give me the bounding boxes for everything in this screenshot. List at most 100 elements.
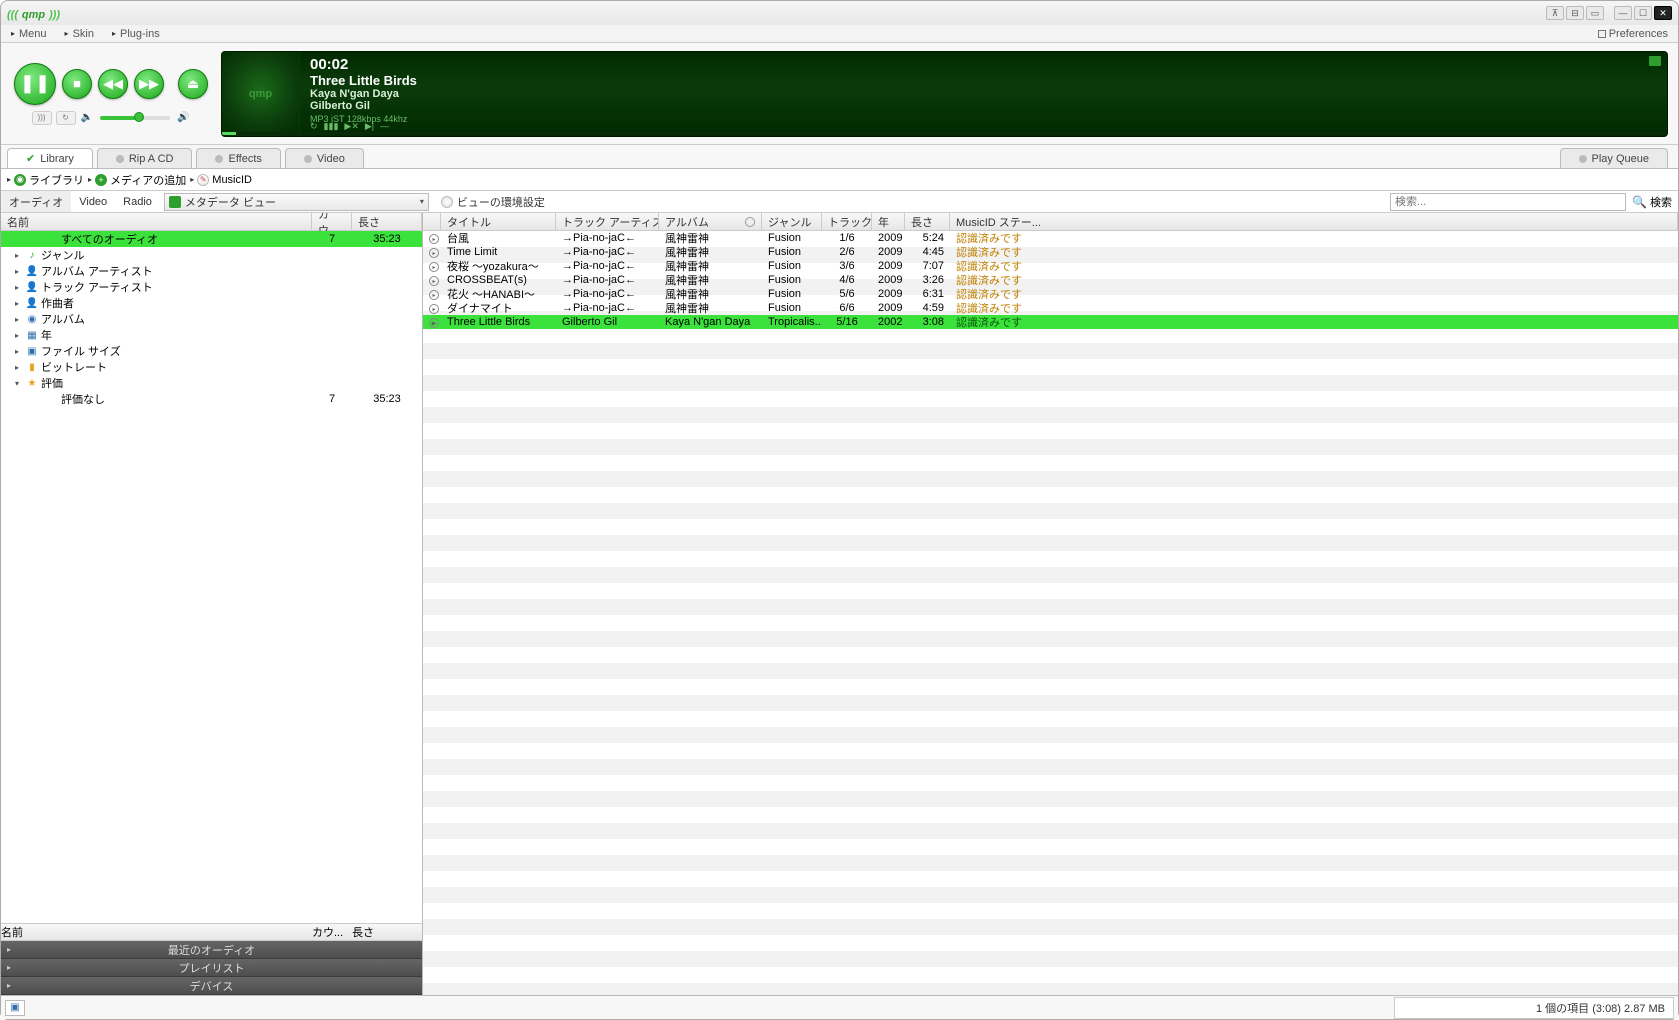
view-icon <box>169 196 181 208</box>
th-artist[interactable]: トラック アーティスト <box>556 213 659 230</box>
tab-library[interactable]: ✔Library <box>7 148 93 168</box>
bottom-header: 名前 カウ... 長さ <box>1 923 422 941</box>
tree-row[interactable]: ▾★評価 <box>1 375 422 391</box>
breadcrumb: ▸◉ライブラリ ▸+メディアの追加 ▸✎MusicID <box>1 169 1678 191</box>
visualizer-icon <box>1649 56 1661 66</box>
progress-bar[interactable] <box>222 132 1667 135</box>
repeat-button[interactable]: ↻ <box>56 111 76 125</box>
th-genre[interactable]: ジャンル <box>762 213 822 230</box>
tab-rip[interactable]: Rip A CD <box>97 148 193 168</box>
pin-button[interactable]: ⊼ <box>1546 6 1564 20</box>
filter-row: オーディオ Video Radio メタデータ ビュー▾ ビューの環境設定 🔍検… <box>1 191 1678 213</box>
filter-audio[interactable]: オーディオ <box>1 191 71 212</box>
maximize-button[interactable]: ☐ <box>1634 6 1652 20</box>
eject-button[interactable]: ⏏ <box>178 69 208 99</box>
play-row-icon: ▸ <box>429 234 439 244</box>
menu-skin[interactable]: ▸Skin <box>65 28 94 40</box>
tree-row[interactable]: ▸▦年 <box>1 327 422 343</box>
tree-row[interactable]: ▸♪ジャンル <box>1 247 422 263</box>
menu-plugins[interactable]: ▸Plug-ins <box>112 28 160 40</box>
tree-item-icon: 👤 <box>25 266 39 277</box>
track-row[interactable]: ▸夜桜 ～yozakura～→Pia-no-jaC←風神雷神Fusion3/62… <box>423 259 1678 273</box>
track-row[interactable]: ▸CROSSBEAT(s)→Pia-no-jaC←風神雷神Fusion4/620… <box>423 273 1678 287</box>
layout-toggle-button[interactable]: ▣ <box>5 1000 25 1016</box>
bottom-lists: 名前 カウ... 長さ ▸最近のオーディオ▸プレイリスト▸デバイス <box>1 923 422 995</box>
selection-info: 1 個の項目 (3:08) 2.87 MB <box>1394 997 1674 1019</box>
bottom-list-row[interactable]: ▸デバイス <box>1 977 422 995</box>
th-musicid[interactable]: MusicID ステー... <box>950 213 1678 230</box>
bl-col-name[interactable]: 名前 <box>1 924 312 940</box>
search-input[interactable] <box>1395 196 1621 208</box>
track-row[interactable]: ▸ダイナマイト→Pia-no-jaC←風神雷神Fusion6/620094:59… <box>423 301 1678 315</box>
filter-radio[interactable]: Radio <box>115 191 160 212</box>
skip-icon: ▶| <box>365 121 374 132</box>
tree-row[interactable]: すべてのオーディオ735:23 <box>1 231 422 247</box>
tab-effects[interactable]: Effects <box>196 148 280 168</box>
bottom-list-row[interactable]: ▸最近のオーディオ <box>1 941 422 959</box>
track-row[interactable]: ▸Time Limit→Pia-no-jaC←風神雷神Fusion2/62009… <box>423 245 1678 259</box>
col-length[interactable]: 長さ <box>352 213 422 230</box>
close-button[interactable]: ✕ <box>1654 6 1672 20</box>
mode-button[interactable]: ▭ <box>1586 6 1604 20</box>
player-panel: ❚❚ ■ ◀◀ ▶▶ ⏏ ))) ↻ 🔈 🔊 qmp 00:02 Three L… <box>1 43 1678 145</box>
tree-item-icon: ◉ <box>25 314 39 325</box>
tree-row[interactable]: ▸👤アルバム アーティスト <box>1 263 422 279</box>
play-row-icon: ▸ <box>429 290 439 300</box>
breadcrumb-library[interactable]: ▸◉ライブラリ <box>7 172 84 188</box>
search-button[interactable]: 🔍検索 <box>1632 194 1672 210</box>
compact-button[interactable]: ⊟ <box>1566 6 1584 20</box>
th-album[interactable]: アルバム <box>659 213 762 230</box>
col-name[interactable]: 名前 <box>1 213 312 230</box>
volume-high-icon: 🔊 <box>177 112 189 123</box>
album-art: qmp <box>222 52 300 136</box>
track-list[interactable]: ▸台風→Pia-no-jaC←風神雷神Fusion1/620095:24認識済み… <box>423 231 1678 995</box>
track-row[interactable]: ▸台風→Pia-no-jaC←風神雷神Fusion1/620095:24認識済み… <box>423 231 1678 245</box>
search-input-wrap <box>1390 193 1626 211</box>
tree-row[interactable]: ▸◉アルバム <box>1 311 422 327</box>
view-select[interactable]: メタデータ ビュー▾ <box>164 193 429 211</box>
th-trackno[interactable]: トラック # <box>822 213 872 230</box>
category-header: 名前 カウ... 長さ <box>1 213 422 231</box>
tab-video[interactable]: Video <box>285 148 364 168</box>
play-pause-button[interactable]: ❚❚ <box>14 63 56 105</box>
preferences-link[interactable]: Preferences <box>1598 28 1668 40</box>
codec-info: MP3 jST 128kbps 44khz <box>310 114 1657 124</box>
th-year[interactable]: 年 <box>872 213 905 230</box>
musicid-icon: ✎ <box>197 174 209 186</box>
stop-button[interactable]: ■ <box>62 69 92 99</box>
play-time: 00:02 <box>310 56 1657 73</box>
volume-slider[interactable] <box>100 116 170 120</box>
th-title[interactable]: タイトル <box>441 213 556 230</box>
tree-row[interactable]: ▸👤作曲者 <box>1 295 422 311</box>
track-row[interactable]: ▸花火 ～HANABI～→Pia-no-jaC←風神雷神Fusion5/6200… <box>423 287 1678 301</box>
menu-menu[interactable]: ▸Menu <box>11 28 47 40</box>
minimize-button[interactable]: — <box>1614 6 1632 20</box>
th-length[interactable]: 長さ <box>905 213 950 230</box>
track-row[interactable]: ▶Three Little BirdsGilberto GilKaya N'ga… <box>423 315 1678 329</box>
volume-low-icon: 🔈 <box>81 112 93 123</box>
next-button[interactable]: ▶▶ <box>134 69 164 99</box>
app-logo: ((( qmp ))) <box>7 5 60 21</box>
search-icon: 🔍 <box>1632 195 1647 209</box>
track-header: タイトル トラック アーティスト アルバム ジャンル トラック # 年 長さ M… <box>423 213 1678 231</box>
play-row-icon: ▸ <box>429 276 439 286</box>
th-play[interactable] <box>423 213 441 230</box>
tree-row[interactable]: ▸👤トラック アーティスト <box>1 279 422 295</box>
filter-video[interactable]: Video <box>71 191 115 212</box>
breadcrumb-add-media[interactable]: ▸+メディアの追加 <box>88 172 186 188</box>
view-preferences[interactable]: ビューの環境設定 <box>441 194 545 210</box>
category-tree[interactable]: すべてのオーディオ735:23▸♪ジャンル▸👤アルバム アーティスト▸👤トラック… <box>1 231 422 923</box>
col-count[interactable]: カウ... <box>312 213 352 230</box>
tree-row[interactable]: ▸▮ビットレート <box>1 359 422 375</box>
bl-col-count[interactable]: カウ... <box>312 924 352 940</box>
signal-icon: ▮▮▮ <box>324 121 339 132</box>
bottom-list-row[interactable]: ▸プレイリスト <box>1 959 422 977</box>
breadcrumb-musicid[interactable]: ▸✎MusicID <box>190 174 252 186</box>
album-opt-icon <box>745 217 755 227</box>
tree-row[interactable]: 評価なし735:23 <box>1 391 422 407</box>
shuffle-button[interactable]: ))) <box>32 111 52 125</box>
prev-button[interactable]: ◀◀ <box>98 69 128 99</box>
tree-row[interactable]: ▸▣ファイル サイズ <box>1 343 422 359</box>
tab-play-queue[interactable]: Play Queue <box>1560 148 1668 168</box>
bl-col-length[interactable]: 長さ <box>352 924 422 940</box>
